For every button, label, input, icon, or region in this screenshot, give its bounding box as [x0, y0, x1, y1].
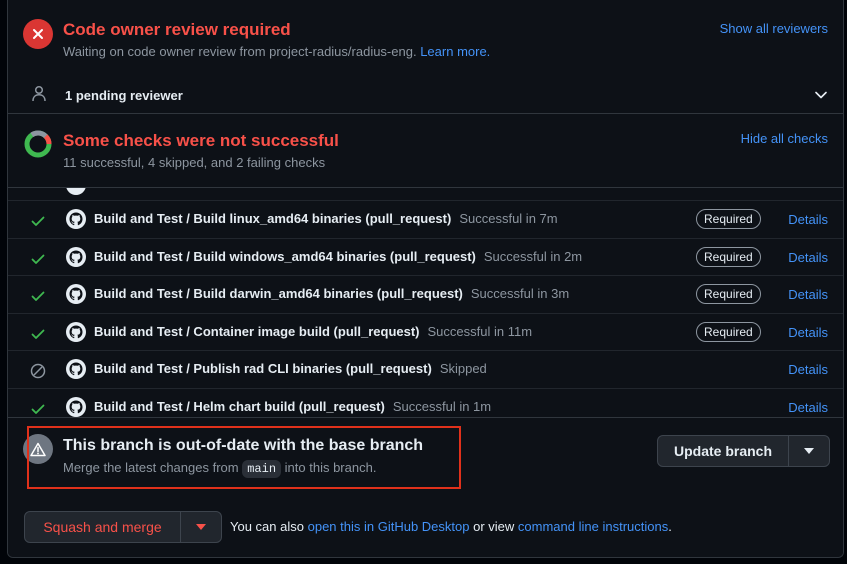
- checks-donut-icon: [24, 130, 52, 158]
- check-status: Successful in 1m: [392, 399, 492, 414]
- check-icon: [31, 254, 45, 264]
- github-icon: [66, 321, 86, 342]
- required-badge: Required: [696, 321, 761, 342]
- squash-and-merge-button[interactable]: Squash and merge: [24, 511, 181, 543]
- highlight-box: [27, 426, 461, 489]
- check-name: Build and Test / Publish rad CLI binarie…: [94, 361, 487, 377]
- check-row[interactable]: Build and Test / Container image build (…: [8, 312, 843, 351]
- checks-title: Some checks were not successful: [63, 131, 339, 150]
- code-owner-title: Code owner review required: [63, 20, 291, 39]
- chevron-down-icon[interactable]: [815, 90, 827, 100]
- check-status: Successful in 2m: [483, 248, 583, 264]
- command-line-instructions-link[interactable]: command line instructions: [518, 519, 668, 534]
- check-name: Build and Test / Build linux_amd64 binar…: [94, 211, 558, 226]
- divider: [8, 113, 843, 114]
- check-row[interactable]: Build and Test / Helm chart build (pull_…: [8, 388, 843, 417]
- triangle-down-icon: [804, 448, 814, 454]
- check-name: Build and Test / Container image build (…: [94, 323, 533, 339]
- code-owner-description: Waiting on code owner review from projec…: [63, 44, 491, 59]
- open-in-github-desktop-link[interactable]: open this in GitHub Desktop: [308, 519, 470, 534]
- check-row[interactable]: Build and Test / Build darwin_amd64 bina…: [8, 275, 843, 313]
- checks-list[interactable]: Build and Test / Build linux_amd64 binar…: [8, 188, 843, 417]
- github-icon: [66, 246, 86, 267]
- pending-reviewer-row[interactable]: 1 pending reviewer: [8, 77, 843, 113]
- x-circle-icon: [23, 19, 53, 49]
- required-badge: Required: [696, 209, 761, 229]
- details-link[interactable]: Details: [788, 250, 828, 265]
- github-icon: [66, 359, 86, 380]
- merge-method-dropdown[interactable]: [180, 511, 222, 543]
- check-name: Build and Test / Build darwin_amd64 bina…: [94, 286, 570, 302]
- update-branch-dropdown[interactable]: [788, 435, 830, 467]
- details-link[interactable]: Details: [788, 325, 828, 340]
- details-link[interactable]: Details: [788, 287, 828, 302]
- check-icon: [31, 216, 45, 226]
- check-status: Skipped: [439, 361, 487, 377]
- check-icon: [31, 291, 45, 302]
- required-badge: Required: [696, 284, 761, 305]
- check-status: Successful in 11m: [427, 323, 533, 339]
- divider: [8, 417, 843, 418]
- check-row[interactable]: Build and Test / Publish rad CLI binarie…: [8, 350, 843, 388]
- skip-icon: [30, 364, 46, 379]
- check-name: Build and Test / Build windows_amd64 bin…: [94, 248, 583, 264]
- hide-all-checks-link[interactable]: Hide all checks: [741, 131, 828, 146]
- check-status: Successful in 7m: [459, 211, 558, 226]
- learn-more-link[interactable]: Learn more.: [420, 44, 490, 59]
- check-status: Successful in 3m: [470, 286, 570, 302]
- update-branch-button[interactable]: Update branch: [657, 435, 789, 467]
- merge-box: Code owner review required Waiting on co…: [7, 0, 844, 558]
- triangle-down-icon: [196, 524, 206, 530]
- details-link[interactable]: Details: [788, 212, 828, 227]
- check-icon: [31, 404, 45, 414]
- check-icon: [31, 329, 45, 339]
- person-icon: [32, 85, 46, 102]
- check-row[interactable]: Build and Test / Build windows_amd64 bin…: [8, 237, 843, 276]
- github-icon: [66, 209, 86, 229]
- checks-summary: 11 successful, 4 skipped, and 2 failing …: [63, 155, 326, 170]
- pending-reviewer-label: 1 pending reviewer: [65, 88, 183, 103]
- check-row[interactable]: Build and Test / Build linux_amd64 binar…: [8, 200, 843, 238]
- show-all-reviewers-link[interactable]: Show all reviewers: [720, 21, 828, 36]
- merge-alternatives: You can also open this in GitHub Desktop…: [230, 519, 672, 534]
- details-link[interactable]: Details: [788, 362, 828, 377]
- github-icon: [66, 397, 86, 417]
- github-icon: [66, 284, 86, 305]
- details-link[interactable]: Details: [788, 400, 828, 415]
- required-badge: Required: [696, 246, 761, 267]
- check-name: Build and Test / Helm chart build (pull_…: [94, 399, 492, 414]
- github-icon: [66, 188, 86, 195]
